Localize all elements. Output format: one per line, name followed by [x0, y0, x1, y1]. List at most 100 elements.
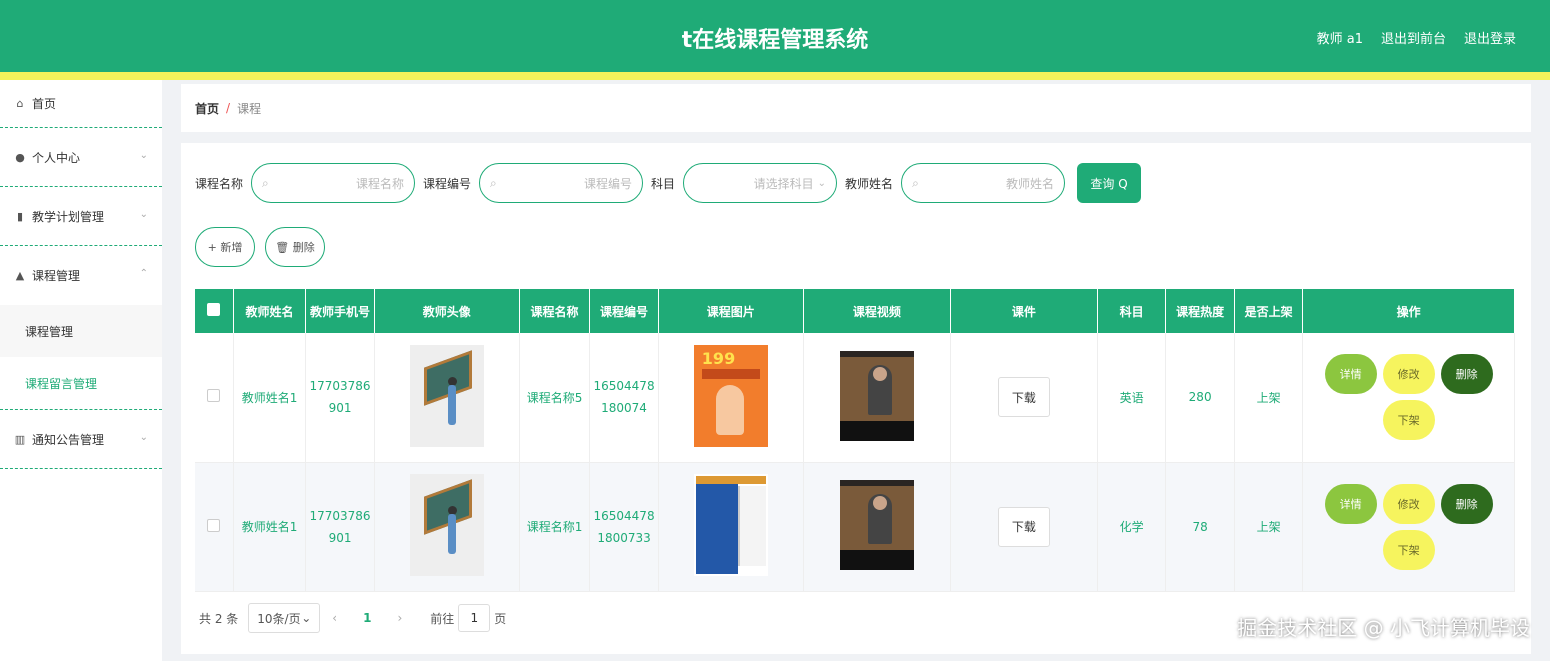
detail-button[interactable]: 详情: [1324, 354, 1377, 395]
status-cell: 上架: [1234, 333, 1304, 463]
table-row: 教师姓名1 17703786 901 课程名称1 16504478 1800733 …: [195, 462, 1515, 592]
phone-cell: 17703786 901: [305, 462, 375, 592]
header-links: 教师 a1 退出到前台 退出登录: [1317, 28, 1516, 47]
avatar-cell: [374, 333, 520, 463]
course-no-cell: 16504478 1800733: [589, 462, 659, 592]
sidebar-subitem-course-comments[interactable]: 课程留言管理: [0, 357, 162, 409]
header-accent-strip: [0, 72, 1550, 80]
unpublish-button[interactable]: 下架: [1382, 400, 1435, 441]
prev-page-icon[interactable]: ‹: [332, 611, 337, 625]
course-table: 教师姓名 教师手机号 教师头像 课程名称 课程编号 课程图片 课程视频 课件 科…: [195, 289, 1515, 592]
subject-cell: 化学: [1097, 462, 1167, 592]
exit-front-link[interactable]: 退出到前台: [1381, 28, 1446, 47]
delete-label: 删除: [1455, 497, 1478, 511]
subject-select[interactable]: 请选择科目 ⌄: [683, 163, 838, 203]
teacher-name-input[interactable]: ⌕ 教师姓名: [901, 163, 1066, 203]
search-icon: ⌕: [912, 175, 919, 190]
col-header: 教师头像: [374, 289, 520, 333]
detail-button[interactable]: 详情: [1324, 483, 1377, 524]
delete-button[interactable]: 删除: [1440, 483, 1493, 524]
chevron-down-icon: ⌄: [139, 432, 148, 443]
watermark: 掘金技术社区 @ 小飞计算机毕设: [1237, 616, 1530, 640]
edit-button[interactable]: 修改: [1382, 354, 1435, 395]
sidebar-item-label: 教学计划管理: [32, 209, 105, 224]
table-header-row: 教师姓名 教师手机号 教师头像 课程名称 课程编号 课程图片 课程视频 课件 科…: [195, 289, 1515, 333]
course-name-cell: 课程名称1: [519, 462, 591, 592]
col-header: 教师手机号: [305, 289, 375, 333]
batch-delete-button[interactable]: 🗑 删除: [265, 227, 325, 267]
breadcrumb-home[interactable]: 首页: [195, 100, 219, 117]
goto-input[interactable]: 1: [458, 604, 491, 632]
sidebar-item-notice[interactable]: ▥ 通知公告管理 ⌄: [0, 410, 162, 469]
select-all-cell[interactable]: [195, 289, 234, 333]
course-video[interactable]: [839, 480, 914, 570]
unpublish-label: 下架: [1397, 414, 1420, 428]
download-button[interactable]: 下载: [997, 377, 1050, 418]
sidebar-item-course[interactable]: ▲ 课程管理 ⌃: [0, 246, 162, 305]
phone-part: 17703786: [309, 379, 371, 394]
teacher-avatar: [409, 474, 484, 576]
course-no-part: 16504478: [593, 508, 655, 523]
sidebar-subitem-course-manage[interactable]: 课程管理: [0, 305, 162, 357]
edit-label: 修改: [1397, 497, 1420, 511]
thumb-icon: ▲: [15, 269, 25, 282]
next-page-icon[interactable]: ›: [397, 611, 402, 625]
chart-icon: ▥: [14, 432, 26, 446]
course-video[interactable]: [839, 350, 914, 441]
phone-cell: 17703786 901: [305, 333, 375, 463]
table-row: 教师姓名1 17703786 901 课程名称5 16504478 180074 1…: [195, 333, 1515, 463]
course-no-input[interactable]: ⌕ 课程编号: [479, 163, 644, 203]
sidebar-item-teaching-plan[interactable]: ▮ 教学计划管理 ⌄: [0, 187, 162, 246]
sidebar-submenu: 课程管理 课程留言管理: [0, 305, 162, 409]
total-count: 共 2 条: [199, 611, 239, 626]
teacher-name-label: 教师姓名: [845, 176, 894, 191]
clipboard-icon: ▮: [16, 209, 24, 223]
sidebar-item-home[interactable]: ⌂ 首页: [0, 80, 162, 128]
sidebar-item-label: 通知公告管理: [32, 432, 105, 447]
teacher-name-cell: 教师姓名1: [233, 462, 307, 592]
chevron-down-icon: ⌄: [817, 177, 827, 189]
download-button[interactable]: 下载: [997, 506, 1050, 547]
course-video-cell: [803, 462, 951, 592]
phone-part: 17703786: [309, 508, 371, 523]
subject-label: 科目: [651, 176, 676, 191]
logout-link[interactable]: 退出登录: [1464, 28, 1516, 47]
sidebar-item-personal[interactable]: ● 个人中心 ⌄: [0, 128, 162, 187]
course-name-input[interactable]: ⌕ 课程名称: [251, 163, 416, 203]
course-no-part: 180074: [601, 401, 647, 416]
main-content: 课程名称 ⌕ 课程名称 课程编号 ⌕ 课程编号 科目 请选择科目 ⌄ 教师姓名 …: [181, 143, 1531, 654]
delete-label: 删除: [1455, 368, 1478, 382]
unpublish-button[interactable]: 下架: [1382, 529, 1435, 570]
chevron-down-icon: ⌄: [301, 611, 312, 625]
sidebar-item-label: 个人中心: [32, 150, 81, 165]
breadcrumb-current: 课程: [237, 101, 262, 116]
delete-button[interactable]: 删除: [1440, 354, 1493, 395]
course-no-cell: 16504478 180074: [589, 333, 659, 463]
sidebar-item-label: 首页: [32, 97, 57, 111]
unpublish-label: 下架: [1397, 543, 1420, 557]
query-button[interactable]: 查询 Q: [1077, 163, 1142, 203]
current-user[interactable]: 教师 a1: [1317, 28, 1363, 47]
search-icon: ⌕: [490, 175, 497, 190]
ops-cell: 详情 修改 删除 下架: [1302, 333, 1515, 463]
course-no-label: 课程编号: [423, 176, 472, 191]
row-checkbox[interactable]: [207, 389, 221, 403]
add-button[interactable]: + 新增: [195, 227, 255, 267]
course-no-placeholder: 课程编号: [584, 176, 633, 191]
current-page[interactable]: 1: [363, 611, 371, 625]
status-cell: 上架: [1234, 462, 1304, 592]
header-bar: t在线课程管理系统 教师 a1 退出到前台 退出登录: [0, 0, 1550, 72]
search-icon: ⌕: [262, 175, 269, 190]
chevron-down-icon: ⌄: [139, 150, 148, 161]
sidebar-group-course: ▲ 课程管理 ⌃ 课程管理 课程留言管理: [0, 246, 162, 410]
select-all-checkbox[interactable]: [207, 303, 221, 316]
page-size-select[interactable]: 10条/页 ⌄: [248, 603, 321, 633]
user-icon: ●: [15, 150, 25, 164]
col-header: 课程编号: [589, 289, 659, 333]
search-bar: 课程名称 ⌕ 课程名称 课程编号 ⌕ 课程编号 科目 请选择科目 ⌄ 教师姓名 …: [195, 163, 1142, 203]
row-checkbox[interactable]: [207, 518, 221, 532]
col-header: 课件: [950, 289, 1098, 333]
edit-button[interactable]: 修改: [1382, 483, 1435, 524]
course-name-placeholder: 课程名称: [356, 176, 405, 191]
col-header: 课程视频: [803, 289, 951, 333]
